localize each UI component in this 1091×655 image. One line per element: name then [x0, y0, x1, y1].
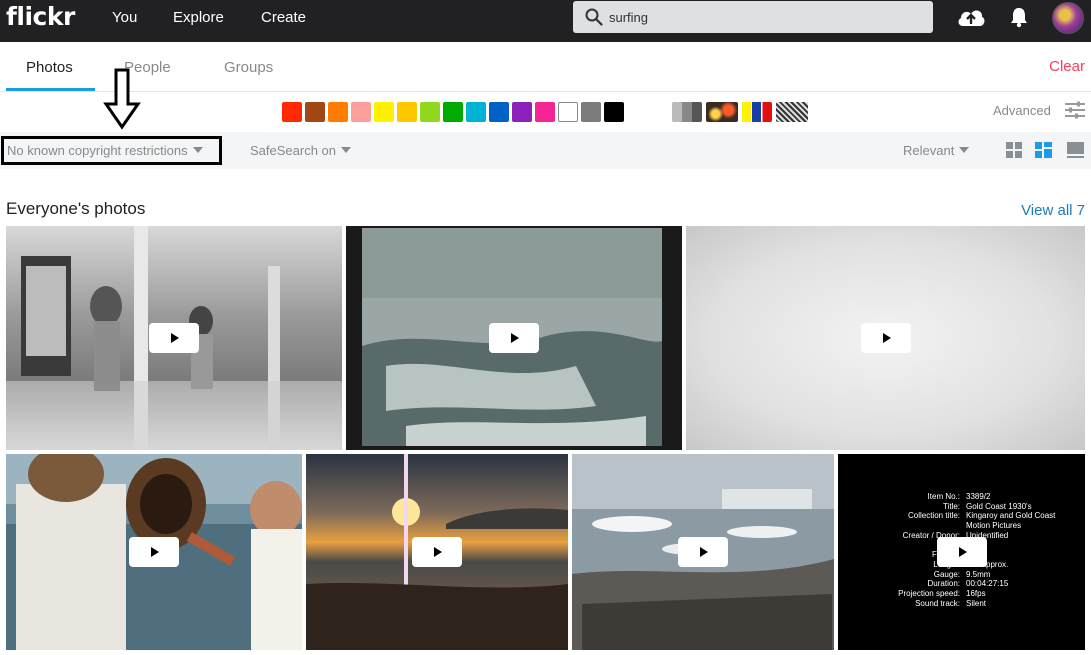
color-swatch-white[interactable] — [558, 102, 578, 122]
down-arrow-annotation-icon — [103, 68, 141, 130]
metadata-value: Motion Pictures — [966, 521, 1022, 531]
layout-switcher — [1006, 142, 1084, 158]
metadata-row: Projection speed: 16fps — [858, 589, 1085, 599]
color-swatch-pink[interactable] — [351, 102, 371, 122]
nav-create[interactable]: Create — [261, 9, 306, 26]
search-tabs: Photos People Groups Clear — [0, 42, 1091, 92]
color-swatch-green[interactable] — [443, 102, 463, 122]
clear-button[interactable]: Clear — [1049, 58, 1085, 75]
color-swatch-brown[interactable] — [305, 102, 325, 122]
search-input[interactable] — [609, 7, 909, 27]
grid-small-view-icon[interactable] — [1006, 142, 1022, 158]
sort-dropdown-label: Relevant — [903, 143, 955, 158]
color-swatch-yellow[interactable] — [374, 102, 394, 122]
safesearch-dropdown[interactable]: SafeSearch on — [250, 143, 352, 158]
sort-dropdown[interactable]: Relevant — [903, 143, 970, 158]
metadata-key: Item No.: — [927, 492, 960, 501]
color-swatch-red[interactable] — [282, 102, 302, 122]
advanced-search-link[interactable]: Advanced — [993, 103, 1051, 118]
style-filter-minimalist-icon[interactable] — [742, 102, 772, 122]
tab-groups[interactable]: Groups — [224, 59, 273, 76]
section-title: Everyone's photos — [6, 199, 146, 218]
top-navigation-bar: flickr You Explore Create — [0, 0, 1091, 42]
license-highlight-box — [1, 136, 222, 165]
metadata-row: Item No.: 3389/2 — [858, 492, 1085, 502]
metadata-value: Kingaroy and Gold Coast — [966, 511, 1056, 521]
color-swatch-gold[interactable] — [397, 102, 417, 122]
metadata-value: Gold Coast 1930's — [966, 501, 1032, 511]
video-thumbnail[interactable] — [346, 226, 682, 450]
justified-view-icon[interactable] — [1035, 142, 1052, 158]
metadata-key: Duration: — [927, 579, 960, 589]
color-swatch-cyan[interactable] — [466, 102, 486, 122]
view-all-link[interactable]: View all 7 — [1021, 202, 1085, 219]
video-thumbnail[interactable] — [6, 226, 342, 450]
video-thumbnail[interactable] — [306, 454, 568, 650]
video-thumbnail[interactable] — [686, 226, 1085, 450]
play-button-icon[interactable] — [860, 323, 911, 353]
color-swatch-magenta[interactable] — [535, 102, 555, 122]
color-swatch-blue[interactable] — [489, 102, 509, 122]
chevron-down-icon — [341, 147, 352, 153]
play-button-icon[interactable] — [489, 323, 539, 353]
nav-explore[interactable]: Explore — [173, 9, 224, 26]
metadata-value: 3389/2 — [966, 492, 991, 501]
color-swatch-gray[interactable] — [581, 102, 601, 122]
metadata-key — [858, 521, 966, 531]
metadata-row: Sound track: Silent — [858, 599, 1085, 609]
chevron-down-icon — [959, 147, 970, 153]
notifications-bell-icon[interactable] — [1009, 6, 1029, 28]
metadata-key: Projection speed: — [898, 589, 960, 599]
color-swatch-black[interactable] — [604, 102, 624, 122]
large-view-icon[interactable] — [1067, 142, 1084, 158]
metadata-key: Title: — [942, 501, 960, 511]
upload-cloud-icon[interactable] — [956, 6, 986, 28]
metadata-row: Collection title: Kingaroy and Gold Coast — [858, 511, 1085, 521]
metadata-key: Gauge: — [933, 569, 960, 579]
nav-you[interactable]: You — [112, 9, 137, 26]
play-button-icon[interactable] — [678, 537, 728, 567]
metadata-value: 9.5mm — [966, 569, 991, 579]
metadata-value: Silent — [966, 598, 987, 608]
metadata-key: Sound track: — [915, 598, 960, 608]
tab-photos[interactable]: Photos — [26, 59, 73, 76]
color-swatch-lime[interactable] — [420, 102, 440, 122]
metadata-row: Gauge: 9.5mm — [858, 570, 1085, 580]
style-filter-patterns-icon[interactable] — [776, 102, 808, 122]
color-swatch-purple[interactable] — [512, 102, 532, 122]
metadata-value: 16fps — [966, 589, 986, 599]
active-tab-indicator — [6, 88, 95, 91]
search-icon — [585, 8, 603, 26]
play-button-icon[interactable] — [936, 537, 987, 567]
video-thumbnail[interactable]: Item No.: 3389/2 Title: Gold Coast 1930's … — [838, 454, 1085, 650]
play-button-icon[interactable] — [149, 323, 199, 353]
flickr-logo[interactable]: flickr — [6, 2, 75, 31]
style-filter-black-and-white[interactable] — [672, 102, 702, 122]
color-swatch-orange[interactable] — [328, 102, 348, 122]
metadata-key: Collection title: — [907, 511, 960, 521]
style-filter-shallow-depth-icon[interactable] — [706, 102, 738, 122]
metadata-value: 00:04:27:15 — [966, 579, 1009, 589]
safesearch-dropdown-label: SafeSearch on — [250, 143, 337, 158]
video-thumbnail[interactable] — [572, 454, 834, 650]
advanced-sliders-icon[interactable] — [1065, 101, 1085, 119]
video-thumbnail[interactable] — [6, 454, 302, 650]
search-box[interactable] — [573, 1, 933, 33]
metadata-row: Motion Pictures — [858, 521, 1085, 531]
play-button-icon[interactable] — [129, 537, 179, 567]
user-avatar[interactable] — [1052, 2, 1084, 34]
metadata-row: Title: Gold Coast 1930's — [858, 502, 1085, 512]
play-button-icon[interactable] — [412, 537, 462, 567]
metadata-row: Duration: 00:04:27:15 — [858, 579, 1085, 589]
